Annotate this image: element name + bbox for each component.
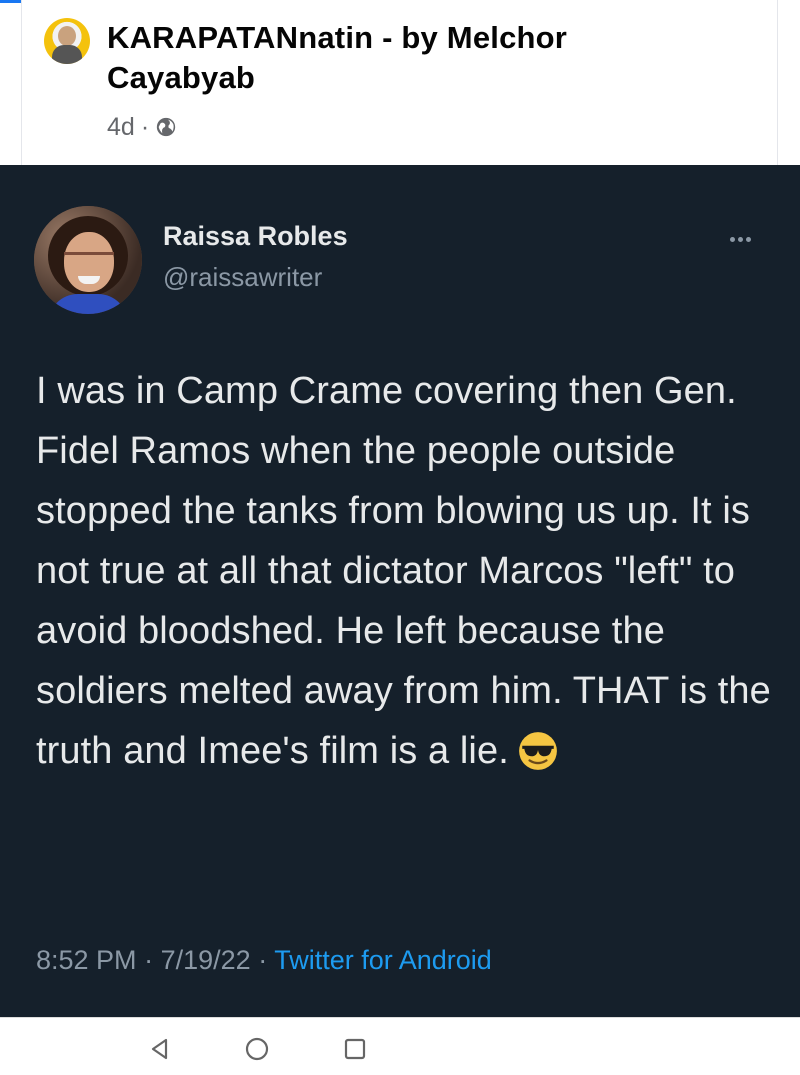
more-options-icon[interactable] (730, 229, 770, 243)
post-time[interactable]: 4d (107, 113, 135, 142)
avatar-body (52, 45, 82, 64)
post-meta: 4d · (107, 112, 177, 142)
meta-separator: · (140, 112, 150, 141)
tweet-display-name[interactable]: Raissa Robles (163, 221, 348, 252)
globe-icon (156, 117, 176, 137)
home-circle-icon[interactable] (244, 1036, 270, 1062)
tweet-handle[interactable]: @raissawriter (163, 262, 322, 293)
tweet-source-link[interactable]: Twitter for Android (274, 945, 492, 975)
page-avatar[interactable] (44, 18, 90, 64)
sunglasses-emoji-icon (518, 732, 557, 770)
tweet-author-avatar[interactable] (34, 206, 142, 314)
avatar-head (58, 26, 76, 46)
footer-separator: · (258, 945, 268, 975)
page-name[interactable]: KARAPATANnatin - by Melchor Cayabyab (107, 18, 707, 98)
tweet-text-block: I was in Camp Crame covering then Gen. F… (36, 361, 776, 781)
tweet-text: I was in Camp Crame covering then Gen. F… (36, 370, 771, 772)
facebook-post-header: KARAPATANnatin - by Melchor Cayabyab 4d … (21, 0, 778, 165)
tweet-date[interactable]: 7/19/22 (161, 945, 251, 975)
recents-square-icon[interactable] (342, 1036, 368, 1062)
tweet-time[interactable]: 8:52 PM (36, 945, 137, 975)
tweet-card: Raissa Robles @raissawriter I was in Cam… (0, 165, 800, 1017)
android-nav-bar (0, 1017, 800, 1075)
tweet-footer: 8:52 PM · 7/19/22 · Twitter for Android (36, 945, 492, 976)
back-triangle-icon[interactable] (147, 1036, 173, 1062)
avatar-glasses (64, 252, 114, 267)
footer-separator: · (144, 945, 154, 975)
